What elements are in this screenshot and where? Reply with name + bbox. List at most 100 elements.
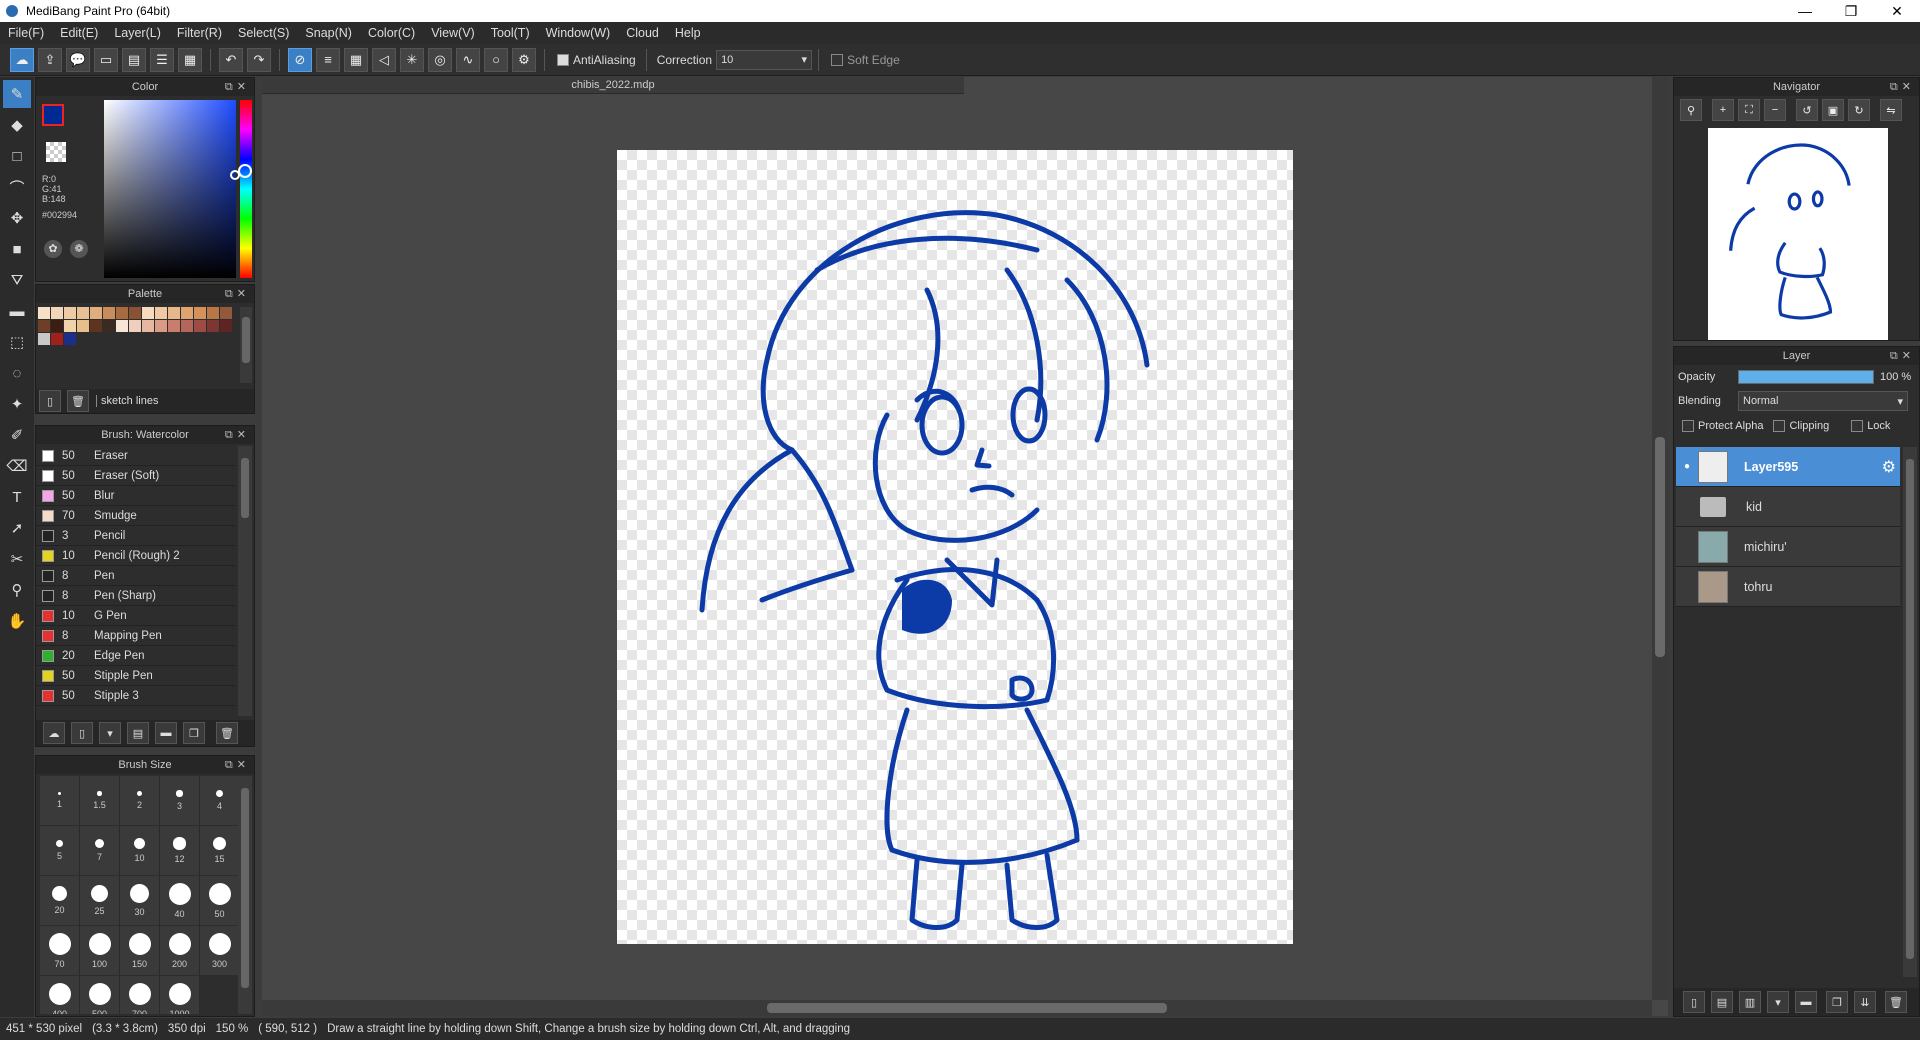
snap-radial-icon[interactable]: ✳	[400, 47, 424, 72]
fit-window-icon[interactable]: ⛶	[1738, 99, 1760, 121]
palette-swatch[interactable]	[103, 307, 115, 319]
palette-swatch[interactable]	[64, 320, 76, 332]
palette-swatch[interactable]	[220, 320, 232, 332]
brush-size-option[interactable]: 3	[160, 776, 200, 825]
snap-perspective-icon[interactable]: ◁	[372, 47, 396, 72]
cloud-upload-icon[interactable]: ☁	[10, 47, 34, 72]
brush-item[interactable]: 70 Smudge	[36, 506, 235, 526]
brush-size-option[interactable]: 40	[160, 876, 200, 925]
new-layer-8bit-icon[interactable]: ▤	[1711, 991, 1733, 1013]
undo-icon[interactable]: ↶	[219, 47, 243, 72]
visibility-eye-icon[interactable]: ●	[1676, 461, 1698, 472]
add-layer-menu-icon[interactable]: ▾	[1767, 991, 1789, 1013]
brush-folder-icon[interactable]: ▬	[155, 722, 177, 744]
lasso-tool-icon[interactable]: ◌	[3, 359, 31, 387]
opacity-slider[interactable]	[1738, 370, 1874, 384]
brush-size-option[interactable]: 150	[120, 926, 160, 975]
document-tab[interactable]: chibis_2022.mdp	[262, 77, 964, 94]
brush-item[interactable]: 50 Eraser	[36, 446, 235, 466]
palette-swatch[interactable]	[77, 307, 89, 319]
add-brush-menu-icon[interactable]: ▾	[99, 722, 121, 744]
maximize-button[interactable]: ❐	[1828, 0, 1874, 22]
bucket-tool-icon[interactable]: ⛛	[3, 266, 31, 294]
palette-swatch[interactable]	[90, 320, 102, 332]
soft-edge-checkbox[interactable]	[831, 53, 844, 66]
menu-edit[interactable]: Edit(E)	[52, 26, 106, 40]
select-eraser-tool-icon[interactable]: ⌫	[3, 452, 31, 480]
palette-swatch[interactable]	[129, 307, 141, 319]
brush-list-scrollbar[interactable]	[238, 446, 252, 716]
saturation-value-picker[interactable]	[104, 100, 240, 278]
menu-tool[interactable]: Tool(T)	[483, 26, 538, 40]
hand-tool-icon[interactable]: ✋	[3, 607, 31, 635]
cloud-brush-icon[interactable]: ☁	[43, 722, 65, 744]
speech-bubble-icon[interactable]: ▭	[94, 47, 118, 72]
brush-item[interactable]: 8 Pen (Sharp)	[36, 586, 235, 606]
brush-size-option[interactable]: 300	[200, 926, 240, 975]
hue-slider[interactable]	[238, 100, 252, 278]
new-folder-icon[interactable]: ▬	[1795, 991, 1817, 1013]
panel-float-close-icon[interactable]: ⧉✕	[1890, 349, 1915, 363]
menu-view[interactable]: View(V)	[423, 26, 483, 40]
layer-item[interactable]: tohru	[1676, 567, 1900, 607]
palette-swatch[interactable]	[51, 307, 63, 319]
snap-curve-icon[interactable]: ∿	[456, 47, 480, 72]
brush-size-option[interactable]: 20	[40, 876, 80, 925]
curve-tool-icon[interactable]: ⌒	[3, 173, 31, 201]
menu-window[interactable]: Window(W)	[538, 26, 619, 40]
brush-item[interactable]: 10 Pencil (Rough) 2	[36, 546, 235, 566]
brush-tool-icon[interactable]: ✎	[3, 80, 31, 108]
brush-item[interactable]: 3 Pencil	[36, 526, 235, 546]
brush-settings-icon[interactable]: ▤	[127, 722, 149, 744]
eraser-tool-icon[interactable]: ◆	[3, 111, 31, 139]
add-brush-icon[interactable]: ▯	[71, 722, 93, 744]
brush-size-option[interactable]: 70	[40, 926, 80, 975]
snap-parallel-icon[interactable]: ≡	[316, 47, 340, 72]
panel-float-close-icon[interactable]: ⧉✕	[225, 758, 250, 772]
palette-swatch[interactable]	[38, 320, 50, 332]
menu-help[interactable]: Help	[667, 26, 709, 40]
brush-item[interactable]: 8 Pen	[36, 566, 235, 586]
rotate-right-icon[interactable]: ↻	[1848, 99, 1870, 121]
clipping-checkbox[interactable]	[1773, 420, 1786, 432]
canvas-vertical-scrollbar[interactable]	[1652, 77, 1668, 1000]
palette-swatch[interactable]	[64, 307, 76, 319]
palette-swatch[interactable]	[207, 320, 219, 332]
text-tool-icon[interactable]: T	[3, 483, 31, 511]
brush-size-option[interactable]: 7	[80, 826, 120, 875]
brush-item[interactable]: 50 Eraser (Soft)	[36, 466, 235, 486]
palette-swatch[interactable]	[194, 320, 206, 332]
redo-icon[interactable]: ↷	[247, 47, 271, 72]
palette-swatch[interactable]	[116, 307, 128, 319]
palette-scrollbar[interactable]	[240, 307, 252, 383]
zoom-out-icon[interactable]: −	[1764, 99, 1786, 121]
brush-size-option[interactable]: 200	[160, 926, 200, 975]
brush-item[interactable]: 50 Stipple 3	[36, 686, 235, 706]
select-tool-icon[interactable]: ⬚	[3, 328, 31, 356]
comment-icon[interactable]: 💬	[66, 47, 90, 72]
page-icon[interactable]: ▤	[122, 47, 146, 72]
palette-swatch[interactable]	[77, 320, 89, 332]
palette-swatch[interactable]	[168, 320, 180, 332]
snap-settings-icon[interactable]: ⚙	[512, 47, 536, 72]
protect-alpha-checkbox[interactable]	[1682, 420, 1694, 432]
brush-size-option[interactable]: 400	[40, 976, 80, 1014]
layer-list-scrollbar[interactable]	[1903, 447, 1917, 977]
palette-swatch[interactable]	[168, 307, 180, 319]
palette-swatch[interactable]	[38, 333, 50, 345]
menu-file[interactable]: File(F)	[0, 26, 52, 40]
gradient-tool-icon[interactable]: ▬	[3, 297, 31, 325]
snap-circle-icon[interactable]: ○	[484, 47, 508, 72]
palette-swatch[interactable]	[90, 307, 102, 319]
brush-size-option[interactable]: 2	[120, 776, 160, 825]
color-wheel-icon[interactable]: ✿	[44, 240, 62, 258]
operation-tool-icon[interactable]: ➚	[3, 514, 31, 542]
canvas-horizontal-scrollbar[interactable]	[262, 1000, 1652, 1016]
brush-size-option[interactable]: 10	[120, 826, 160, 875]
menu-color[interactable]: Color(C)	[360, 26, 423, 40]
navigator-preview[interactable]	[1708, 128, 1888, 340]
palette-swatch[interactable]	[194, 307, 206, 319]
layer-folder-item[interactable]: kid	[1676, 487, 1900, 527]
brush-size-option[interactable]: 1000	[160, 976, 200, 1014]
palette-swatch[interactable]	[103, 320, 115, 332]
